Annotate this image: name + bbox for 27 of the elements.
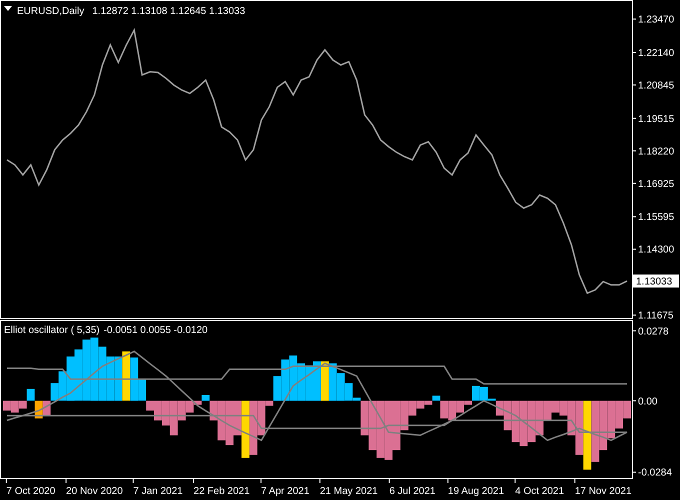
axis-label: 1.23470 [638,14,674,26]
axis-label: 6 Jul 2021 [389,486,436,497]
axis-label: 7 Jan 2021 [133,486,183,497]
axis-label: -0.0284 [638,468,672,479]
axis-label: 20 Nov 2020 [66,486,123,497]
axis-label: 1.11675 [638,310,674,320]
axis-label: 21 May 2021 [320,486,378,497]
indicator-title: Elliot oscillator ( 5,35) [4,325,100,336]
axis-label: 1.18220 [638,146,674,158]
axis-label: 1.15595 [638,212,674,224]
axis-label: 4 Oct 2021 [515,486,564,497]
axis-label: 0.00 [638,396,658,408]
axis-label: 0.0278 [638,326,669,338]
axis-label: 1.16925 [638,178,674,190]
axis-label: 1.14300 [638,244,674,256]
axis-label: 7 Apr 2021 [261,486,310,497]
current-price-label: 1.13033 [633,274,679,288]
axis-label: 22 Feb 2021 [194,486,250,497]
chart-title: EURUSD,Daily [17,6,84,17]
axis-label: 19 Aug 2021 [448,486,504,497]
axis-label: 1.20845 [638,80,674,92]
axis-label: 1.22140 [638,48,674,59]
axis-label: 7 Oct 2020 [6,486,56,497]
axis-label: 1.19515 [638,114,674,125]
axis-label: 17 Nov 2021 [574,486,632,497]
price-quote: 1.12872 1.13108 1.12645 1.13033 [92,6,246,17]
indicator-readings: -0.0051 0.0055 -0.0120 [104,325,208,336]
